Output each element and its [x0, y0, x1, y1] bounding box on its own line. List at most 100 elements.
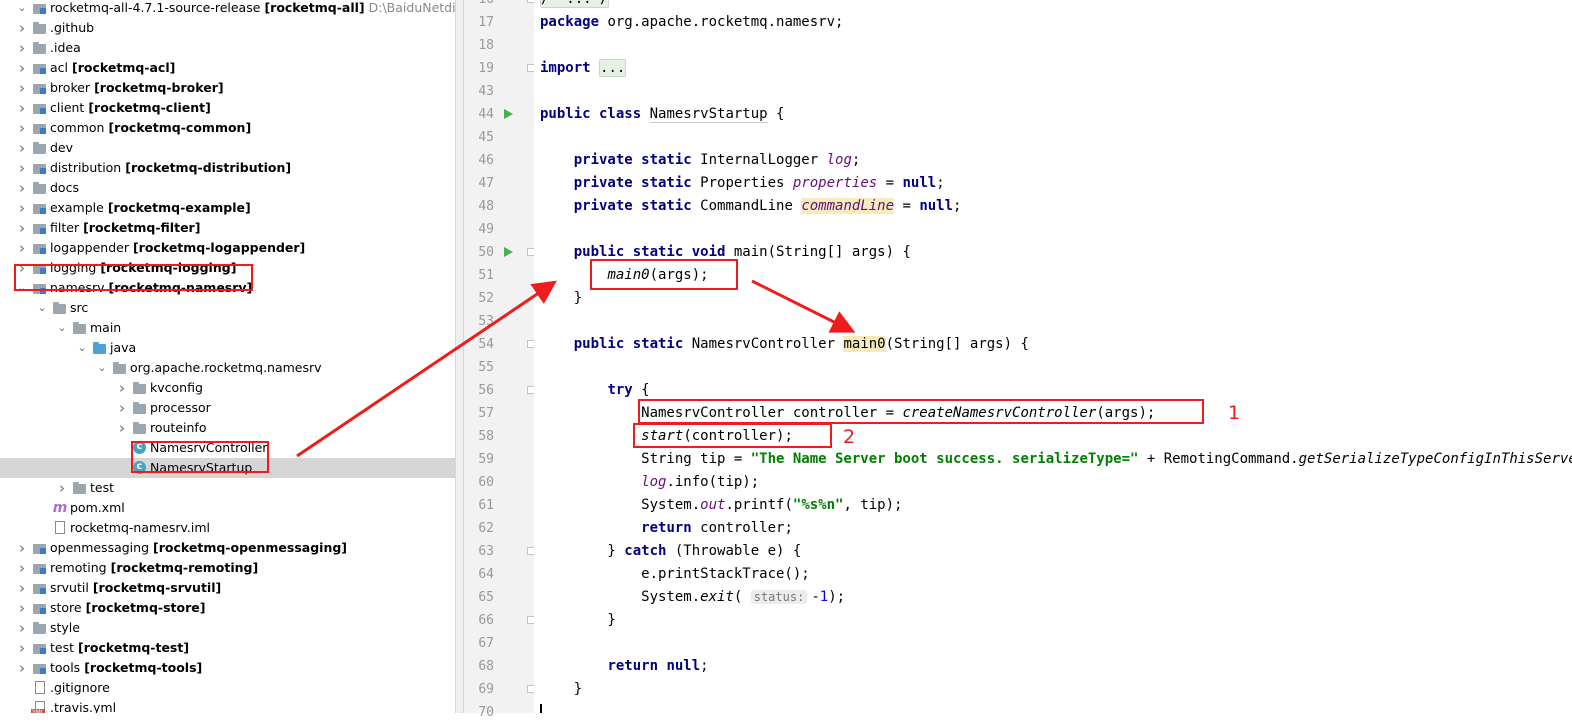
chevron-down-icon[interactable]: ⌄ [76, 338, 88, 358]
panel-splitter[interactable] [455, 0, 464, 713]
code-line[interactable]: import ... [540, 57, 627, 80]
line-number: 52 [478, 291, 494, 306]
code-line[interactable]: } [540, 678, 582, 701]
chevron-down-icon[interactable]: ⌄ [36, 298, 48, 318]
tree-row[interactable]: m pom.xml [0, 498, 455, 518]
chevron-right-icon[interactable]: › [16, 218, 28, 238]
code-line[interactable]: } catch (Throwable e) { [540, 540, 801, 563]
chevron-right-icon[interactable]: › [16, 198, 28, 218]
tree-row[interactable]: › distribution [rocketmq-distribution] [0, 158, 455, 178]
code-line[interactable]: } [540, 287, 582, 310]
code-line[interactable]: e.printStackTrace(); [540, 563, 810, 586]
chevron-right-icon[interactable]: › [56, 478, 68, 498]
tree-item-label: .gitignore [50, 680, 110, 695]
chevron-right-icon[interactable]: › [16, 58, 28, 78]
code-line[interactable]: return null; [540, 655, 708, 678]
tree-row[interactable]: › common [rocketmq-common] [0, 118, 455, 138]
tree-row[interactable]: ⌄ src [0, 298, 455, 318]
tree-row[interactable]: .gitignore [0, 678, 455, 698]
tree-row[interactable]: › tools [rocketmq-tools] [0, 658, 455, 678]
chevron-right-icon[interactable]: › [16, 18, 28, 38]
tree-row[interactable]: ⌄ org.apache.rocketmq.namesrv [0, 358, 455, 378]
tree-row[interactable]: › test [rocketmq-test] [0, 638, 455, 658]
chevron-right-icon[interactable]: › [16, 38, 28, 58]
chevron-right-icon[interactable]: › [16, 638, 28, 658]
tree-row[interactable]: ⌄ rocketmq-all-4.7.1-source-release [rocke… [0, 0, 455, 18]
code-line[interactable]: } [540, 609, 615, 632]
tree-row[interactable]: › acl [rocketmq-acl] [0, 58, 455, 78]
chevron-down-icon[interactable]: ⌄ [96, 358, 108, 378]
chevron-right-icon[interactable]: › [16, 98, 28, 118]
module-name-label: [rocketmq-client] [88, 100, 211, 115]
tree-row[interactable]: › openmessaging [rocketmq-openmessaging] [0, 538, 455, 558]
gutter-line: 68 [464, 655, 534, 678]
chevron-right-icon[interactable]: › [16, 618, 28, 638]
tree-row[interactable]: .travis.yml [0, 698, 455, 713]
tree-row[interactable]: › .github [0, 18, 455, 38]
tree-row[interactable]: › style [0, 618, 455, 638]
chevron-right-icon[interactable]: › [116, 398, 128, 418]
code-line[interactable]: private static Properties properties = n… [540, 172, 945, 195]
chevron-right-icon[interactable]: › [16, 178, 28, 198]
chevron-right-icon[interactable]: › [16, 138, 28, 158]
annotation-label-2: 2 [843, 426, 856, 448]
code-line[interactable]: public static NamesrvController main0(St… [540, 333, 1029, 356]
run-gutter-icon[interactable] [504, 109, 513, 119]
tree-item-label: .travis.yml [50, 700, 117, 713]
chevron-right-icon[interactable]: › [16, 118, 28, 138]
tree-row[interactable]: › processor [0, 398, 455, 418]
tree-row[interactable]: › dev [0, 138, 455, 158]
tree-row[interactable]: › store [rocketmq-store] [0, 598, 455, 618]
chevron-right-icon[interactable]: › [16, 598, 28, 618]
tree-row[interactable]: › .idea [0, 38, 455, 58]
code-line[interactable]: package org.apache.rocketmq.namesrv; [540, 11, 843, 34]
tree-row[interactable]: › client [rocketmq-client] [0, 98, 455, 118]
code-line[interactable]: String tip = "The Name Server boot succe… [540, 448, 1572, 471]
code-line[interactable]: log.info(tip); [540, 471, 759, 494]
tree-item-label: style [50, 620, 80, 635]
code-line[interactable]: return controller; [540, 517, 793, 540]
code-editor[interactable]: /**...*/ package org.apache.rocketmq.name… [534, 0, 1572, 713]
chevron-right-icon[interactable]: › [16, 238, 28, 258]
code-token: try [607, 382, 633, 398]
chevron-right-icon[interactable]: › [16, 658, 28, 678]
chevron-right-icon[interactable]: › [116, 418, 128, 438]
chevron-right-icon[interactable]: › [16, 78, 28, 98]
tree-row[interactable]: ⌄ main [0, 318, 455, 338]
tree-row[interactable]: › broker [rocketmq-broker] [0, 78, 455, 98]
tree-row[interactable]: › logappender [rocketmq-logappender] [0, 238, 455, 258]
tree-row[interactable]: › test [0, 478, 455, 498]
code-line[interactable]: /**...*/ [540, 0, 610, 11]
chevron-down-icon[interactable]: ⌄ [16, 0, 28, 18]
code-token: + RemotingCommand. [1138, 451, 1299, 467]
chevron-right-icon[interactable]: › [16, 558, 28, 578]
tree-item-label: common [50, 120, 105, 135]
tree-row[interactable]: ⌄ java [0, 338, 455, 358]
code-token: private static [573, 152, 692, 168]
code-line[interactable]: private static CommandLine commandLine =… [540, 195, 961, 218]
code-line[interactable]: System.exit( status: -1); [540, 586, 845, 609]
chevron-right-icon[interactable]: › [16, 538, 28, 558]
tree-row[interactable]: › routeinfo [0, 418, 455, 438]
tree-row[interactable]: › remoting [rocketmq-remoting] [0, 558, 455, 578]
line-number: 16 [464, 0, 494, 11]
tree-row[interactable]: › docs [0, 178, 455, 198]
chevron-right-icon[interactable]: › [16, 578, 28, 598]
tree-row[interactable]: rocketmq-namesrv.iml [0, 518, 455, 538]
run-gutter-icon[interactable] [504, 247, 513, 257]
tree-row[interactable]: › filter [rocketmq-filter] [0, 218, 455, 238]
chevron-right-icon[interactable]: › [16, 158, 28, 178]
code-line[interactable]: System.out.printf("%s%n", tip); [540, 494, 902, 517]
code-line[interactable]: try { [540, 379, 649, 402]
code-line[interactable]: public class NamesrvStartup { [540, 103, 784, 126]
tree-row[interactable]: › srvutil [rocketmq-srvutil] [0, 578, 455, 598]
code-token: ( [733, 589, 751, 605]
tree-row[interactable]: › kvconfig [0, 378, 455, 398]
code-token: = [894, 198, 920, 214]
code-line[interactable]: private static InternalLogger log; [540, 149, 861, 172]
chevron-right-icon[interactable]: › [116, 378, 128, 398]
chevron-down-icon[interactable]: ⌄ [56, 318, 68, 338]
tree-row[interactable]: › example [rocketmq-example] [0, 198, 455, 218]
